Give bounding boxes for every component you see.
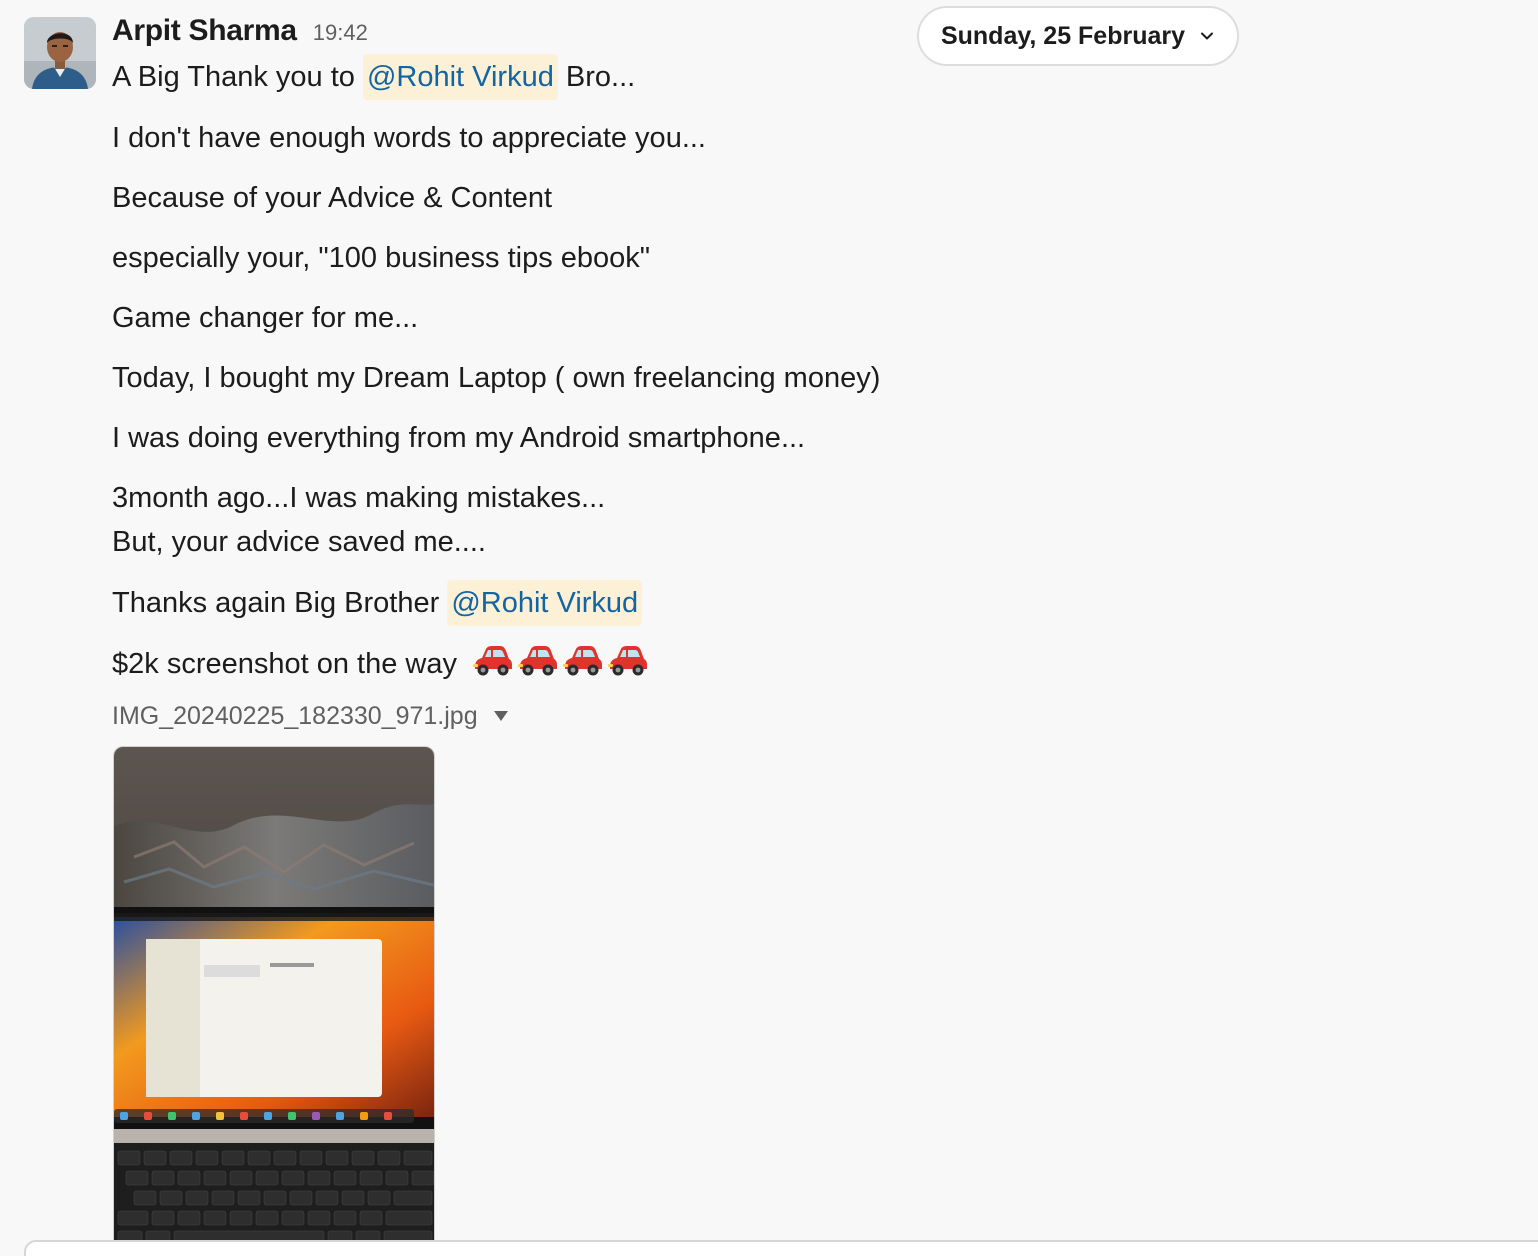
message-text: A Big Thank you to bbox=[112, 61, 355, 93]
chevron-down-icon bbox=[1199, 28, 1215, 44]
message-composer[interactable] bbox=[24, 1240, 1538, 1256]
message-line: Thanks again Big Brother @Rohit Virkud bbox=[112, 580, 643, 626]
red-car-emoji bbox=[469, 643, 514, 679]
message-line: I was doing everything from my Android s… bbox=[112, 422, 806, 454]
red-car-emoji bbox=[514, 643, 559, 679]
sender-name[interactable]: Arpit Sharma bbox=[112, 14, 297, 48]
laptop-photo bbox=[114, 747, 434, 1245]
message-line: I don't have enough words to appreciate … bbox=[112, 122, 706, 154]
user-mention[interactable]: @Rohit Virkud bbox=[362, 54, 558, 100]
date-label: Sunday, 25 February bbox=[940, 21, 1186, 50]
message-line: Because of your Advice & Content bbox=[112, 182, 553, 214]
file-name-text: IMG_20240225_182330_971.jpg bbox=[112, 701, 478, 730]
message-line: $2k screenshot on the way bbox=[112, 642, 649, 686]
emoji-group bbox=[469, 643, 649, 679]
message-line: Game changer for me... bbox=[112, 302, 419, 334]
message-line: But, your advice saved me.... bbox=[112, 526, 486, 558]
triangle-down-icon[interactable] bbox=[493, 711, 508, 721]
message-line: especially your, "100 business tips eboo… bbox=[112, 242, 651, 274]
user-photo bbox=[24, 17, 96, 89]
message-line: A Big Thank you to @Rohit Virkud Bro... bbox=[112, 54, 635, 100]
red-car-emoji bbox=[559, 643, 604, 679]
red-car-emoji bbox=[604, 643, 649, 679]
message-line: 3month ago...I was making mistakes... bbox=[112, 482, 606, 514]
image-attachment[interactable] bbox=[113, 746, 435, 1246]
message-line: Today, I bought my Dream Laptop ( own fr… bbox=[112, 362, 881, 394]
message-pane: Arpit Sharma 19:42 Sunday, 25 February A… bbox=[0, 0, 1538, 1256]
avatar[interactable] bbox=[24, 17, 96, 89]
user-mention[interactable]: @Rohit Virkud bbox=[447, 580, 643, 626]
attachment-file-name[interactable]: IMG_20240225_182330_971.jpg bbox=[112, 700, 508, 732]
date-divider-button[interactable]: Sunday, 25 February bbox=[917, 6, 1239, 66]
message-text: Thanks again Big Brother bbox=[112, 587, 440, 619]
message-header: Arpit Sharma 19:42 bbox=[112, 14, 368, 52]
message-text: Bro... bbox=[565, 61, 636, 93]
message-timestamp[interactable]: 19:42 bbox=[313, 20, 368, 46]
message-text: $2k screenshot on the way bbox=[112, 648, 457, 680]
